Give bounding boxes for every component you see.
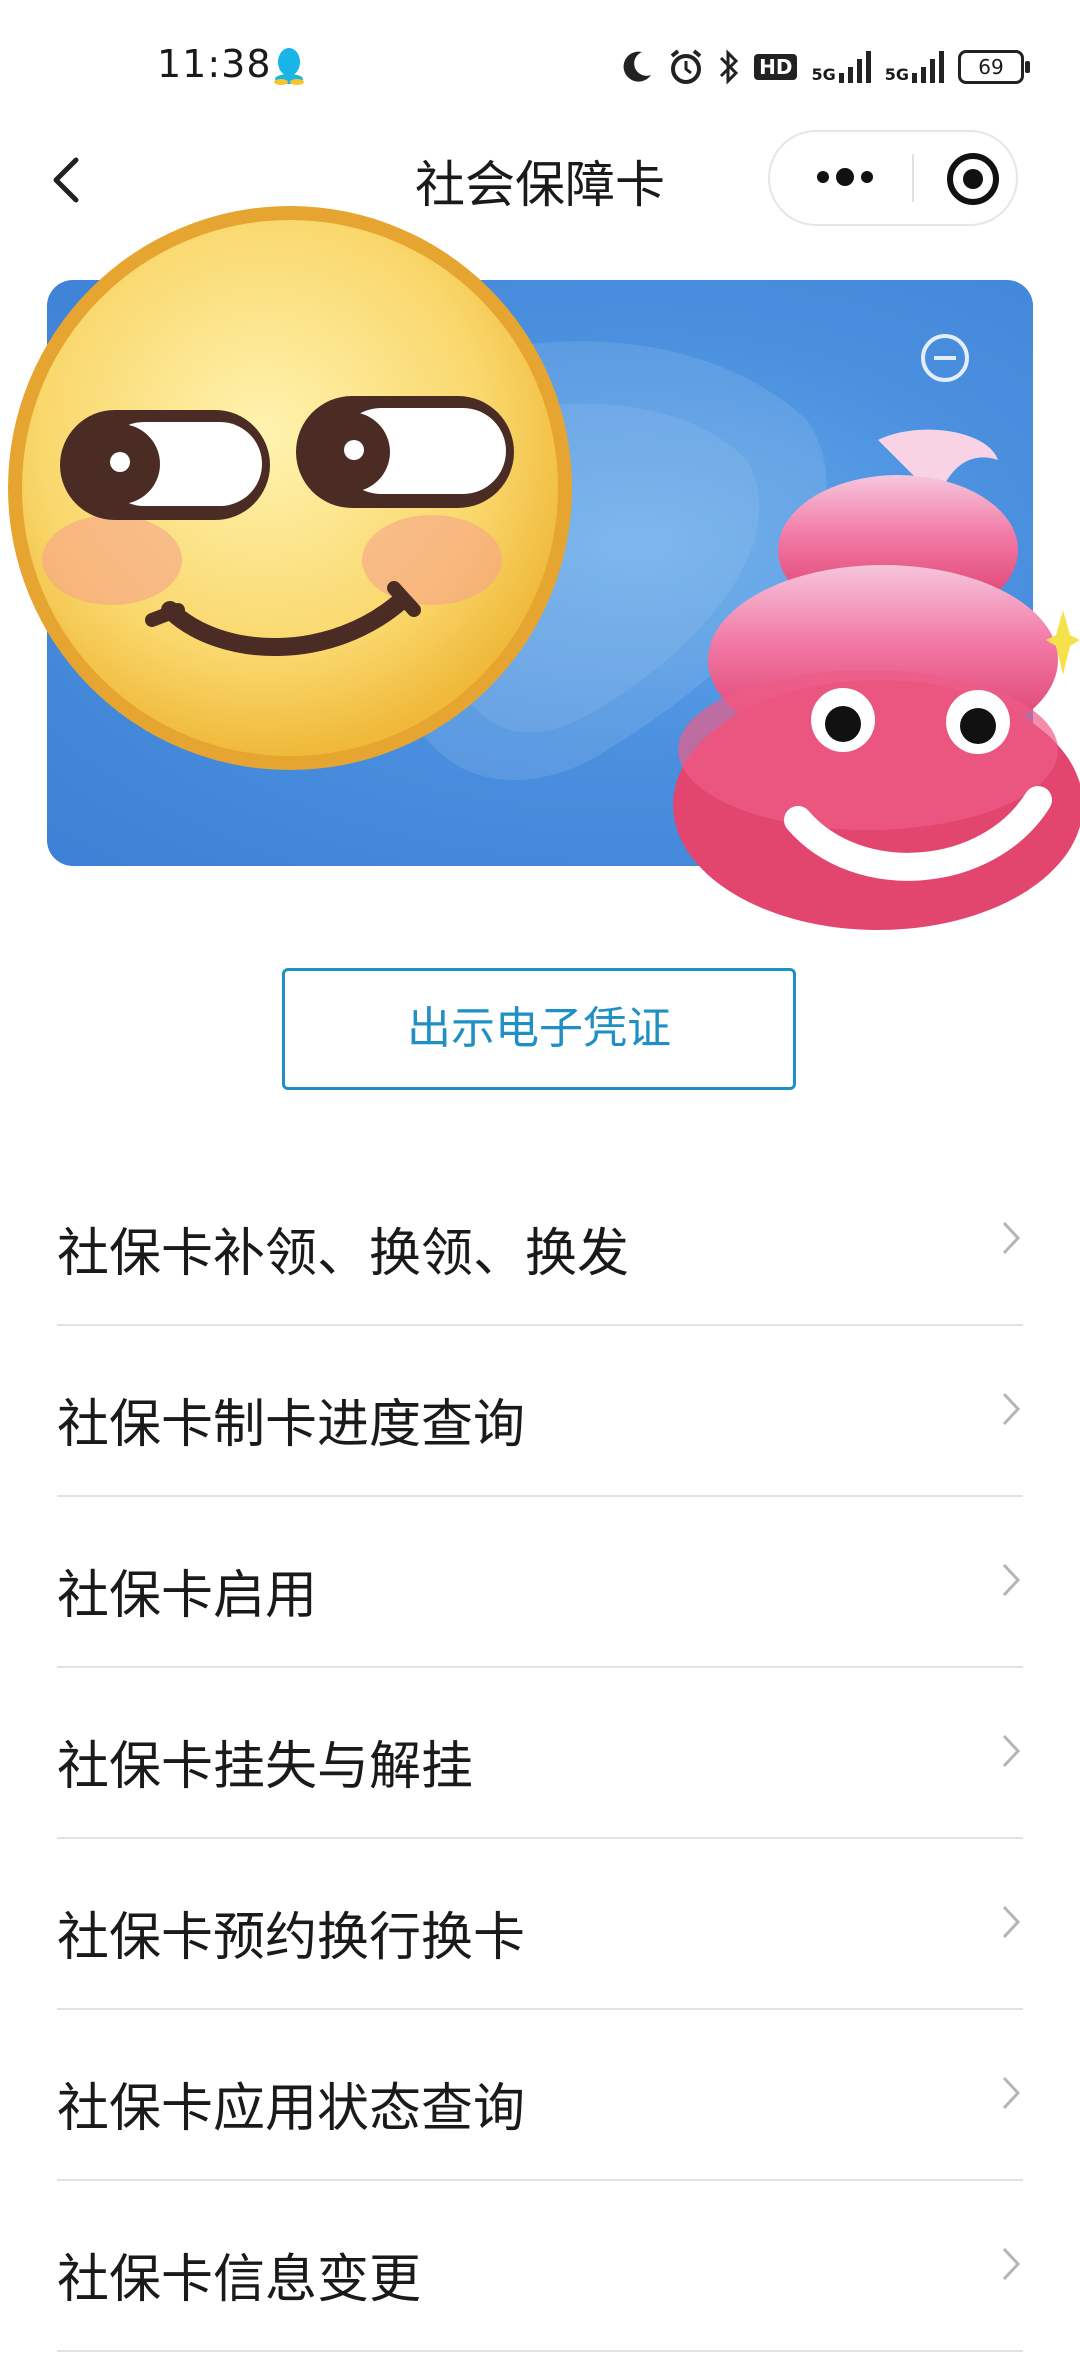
menu-item-info-change[interactable]: 社保卡信息变更 <box>0 2181 1080 2352</box>
menu-item-bank-change[interactable]: 社保卡预约换行换卡 <box>0 1839 1080 2010</box>
network-5g-label: 5G <box>811 65 836 84</box>
menu-item-status-query[interactable]: 社保卡应用状态查询 <box>0 2010 1080 2181</box>
smirk-emoji-sticker <box>8 206 572 770</box>
pink-poop-emoji-sticker <box>673 429 1080 930</box>
menu-item-label: 社保卡补领、换领、换发 <box>57 1224 630 1284</box>
menu-item-label: 社保卡制卡进度查询 <box>57 1395 526 1455</box>
chevron-right-icon <box>1002 1905 1021 1939</box>
menu-item-label: 社保卡应用状态查询 <box>57 2079 526 2139</box>
menu-item-label: 社保卡预约换行换卡 <box>57 1908 526 1968</box>
minus-circle-icon[interactable] <box>917 330 973 386</box>
menu-item-label: 社保卡挂失与解挂 <box>57 1737 474 1797</box>
divider <box>57 2350 1023 2352</box>
signal-icon: 5G <box>885 51 944 83</box>
chevron-right-icon <box>1002 1221 1021 1255</box>
chevron-right-icon <box>1002 1563 1021 1597</box>
chevron-right-icon <box>1002 2076 1021 2110</box>
qq-icon <box>274 48 304 85</box>
target-close-icon[interactable] <box>946 152 1000 206</box>
battery-icon: 69 <box>958 50 1030 84</box>
menu-item-activate[interactable]: 社保卡启用 <box>0 1497 1080 1668</box>
signal-icon: 5G <box>811 51 871 84</box>
network-5g-label: 5G <box>884 65 909 84</box>
hd-icon: HD <box>754 54 798 80</box>
more-dots-icon[interactable] <box>810 154 880 200</box>
capsule-divider <box>912 154 914 202</box>
menu-item-report-loss[interactable]: 社保卡挂失与解挂 <box>0 1668 1080 1839</box>
moon-icon <box>623 51 652 82</box>
status-bar: 11:38 HD 5G 5G 69 <box>0 0 1080 130</box>
menu-item-label: 社保卡信息变更 <box>57 2250 422 2310</box>
bluetooth-icon <box>720 49 739 85</box>
mini-program-capsule <box>768 130 1018 226</box>
show-e-voucher-button[interactable]: 出示电子凭证 <box>282 968 796 1090</box>
service-menu-list: 社保卡补领、换领、换发 社保卡制卡进度查询 社保卡启用 社保卡挂失与解挂 社保卡… <box>0 1155 1080 2352</box>
chevron-right-icon <box>1002 1734 1021 1768</box>
chevron-right-icon <box>1002 2247 1021 2281</box>
menu-item-progress[interactable]: 社保卡制卡进度查询 <box>0 1326 1080 1497</box>
alarm-icon <box>670 49 702 84</box>
status-time: 11:38 <box>157 42 272 86</box>
status-icons: HD 5G 5G 69 <box>620 44 1030 90</box>
menu-item-label: 社保卡启用 <box>57 1566 318 1626</box>
menu-item-reissue[interactable]: 社保卡补领、换领、换发 <box>0 1155 1080 1326</box>
chevron-right-icon <box>1002 1392 1021 1426</box>
